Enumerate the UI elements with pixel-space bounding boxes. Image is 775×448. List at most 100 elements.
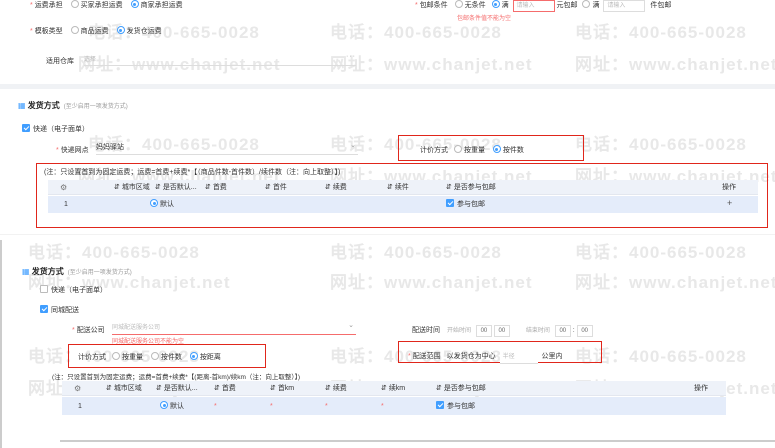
- radius-input[interactable]: 半径: [499, 352, 538, 364]
- free-shipping-label: 包邮条件: [419, 2, 448, 9]
- template-type-label: 模板类型: [34, 28, 63, 35]
- express-outlet-select[interactable]: 妈妈驿站 ⌄: [96, 142, 358, 155]
- radio-checked-icon: [116, 26, 125, 35]
- default-radio[interactable]: 默认: [160, 401, 184, 411]
- settings-icon[interactable]: ⚙: [60, 183, 67, 192]
- required-mark: *: [30, 28, 33, 35]
- column-header[interactable]: ⇵ 续费: [325, 183, 347, 192]
- column-header[interactable]: ⇵ 首费: [214, 384, 236, 393]
- warehouse-label: 适用仓库: [46, 58, 74, 65]
- radio-icon: [454, 0, 463, 9]
- column-header[interactable]: ⇵ 首km: [270, 384, 294, 393]
- radio-seller[interactable]: 商家承担运费: [130, 0, 183, 9]
- radio-checked-icon: [492, 145, 501, 154]
- end-minute-input[interactable]: 00: [576, 325, 593, 337]
- column-header[interactable]: ⇵ 是否默认...: [156, 384, 198, 393]
- end-hour-input[interactable]: 00: [554, 325, 571, 337]
- shipping-method-header-2: ▦ 发货方式 (至少启用一项发货方式): [22, 267, 132, 276]
- watermark: 网址：www.chanjet.net: [575, 55, 775, 74]
- freight-bearer-label: 运费承担: [34, 2, 63, 9]
- column-header[interactable]: ⇵ 续件: [387, 183, 409, 192]
- column-header[interactable]: ⇵ 是否默认...: [155, 183, 197, 192]
- radio-amount[interactable]: 满: [491, 0, 509, 9]
- radio-by-distance[interactable]: 按距离: [189, 352, 221, 361]
- watermark: 网址：www.chanjet.net: [575, 273, 775, 292]
- shipping-method-header: ▦ 发货方式 (至少启用一项发货方式): [18, 101, 128, 110]
- formula-note: (注：只设置首到为固定运费；运费=首费+续费*【（商品件数-首件数）/续件数（注…: [44, 169, 341, 176]
- free-shipping-checkbox[interactable]: 参与包邮: [436, 401, 475, 411]
- amount-unit: 元包邮: [556, 2, 578, 9]
- radio-icon: [582, 0, 591, 9]
- calc-method-row: 计价方式 按重量 按件数: [420, 145, 524, 154]
- city-delivery-checkbox[interactable]: 同城配送: [40, 305, 79, 315]
- column-header[interactable]: ⇵ 续费: [325, 384, 347, 393]
- checkbox-icon: [40, 285, 48, 294]
- truck-icon: ▦: [18, 101, 26, 110]
- column-header[interactable]: ⇵ 首件: [265, 183, 287, 192]
- watermark: 电话：400-665-0028: [575, 243, 747, 262]
- radio-by-count[interactable]: 按件数: [150, 352, 182, 361]
- formula-note-2: (注：只设置首到为固定运费；运费=首费+续费*【(距离-首km)/续km（注：向…: [52, 374, 301, 381]
- watermark: 电话：400-665-0028: [330, 243, 502, 262]
- row-index: 1: [64, 201, 68, 208]
- checkbox-checked-icon: [446, 199, 454, 208]
- add-row-button[interactable]: +: [727, 199, 732, 208]
- start-hour-input[interactable]: 00: [475, 325, 492, 337]
- radio-unconditional[interactable]: 无条件: [454, 0, 486, 9]
- column-header-actions: 操作: [722, 184, 736, 191]
- column-header-actions: 操作: [694, 385, 708, 392]
- template-type-row: * 模板类型 商品运费 发货仓运费: [30, 26, 162, 36]
- watermark: 电话：400-665-0028: [575, 135, 747, 154]
- radio-checked-icon: [160, 401, 168, 410]
- radio-by-weight[interactable]: 按重量: [111, 352, 143, 361]
- bottom-scroll-border: [60, 440, 775, 442]
- column-header[interactable]: ⇵ 城市区域: [106, 384, 142, 393]
- default-radio[interactable]: 默认: [150, 199, 174, 209]
- more-icon: ···: [346, 53, 356, 60]
- column-header[interactable]: ⇵ 是否参与包邮: [446, 183, 496, 192]
- chevron-down-icon: ⌄: [348, 322, 354, 329]
- radio-by-count[interactable]: 按件数: [492, 145, 524, 154]
- express-checkbox-2[interactable]: 快递（电子面单）: [40, 285, 107, 295]
- free-shipping-error: 包邮条件值不能为空: [457, 16, 512, 22]
- count-input[interactable]: 请输入: [603, 0, 646, 12]
- watermark: 网址：www.chanjet.net: [330, 273, 533, 292]
- left-border: [0, 240, 2, 448]
- express-checkbox[interactable]: 快递（电子面单）: [22, 124, 89, 134]
- radio-checked-icon: [491, 0, 500, 9]
- truck-icon: ▦: [22, 267, 30, 276]
- freight-bearer-row: * 运费承担 买家承担运费 商家承担运费: [30, 0, 183, 10]
- free-shipping-row: * 包邮条件 无条件 满 请输入 元包邮 满 请输入 件包邮: [415, 0, 671, 12]
- screenshot-separator: [0, 234, 775, 240]
- delivery-range-row: * 配送范围 以发货仓为中心 半径 公里内: [408, 351, 563, 364]
- required-mark: *: [270, 403, 273, 410]
- radio-icon: [111, 352, 120, 361]
- checkbox-checked-icon: [436, 401, 444, 410]
- radio-goods[interactable]: 商品运费: [70, 26, 109, 35]
- radio-by-weight[interactable]: 按重量: [453, 145, 485, 154]
- radio-count[interactable]: 满: [582, 0, 599, 9]
- column-header[interactable]: ⇵ 城市区域: [114, 183, 150, 192]
- amount-input[interactable]: 请输入: [512, 0, 555, 12]
- start-minute-input[interactable]: 00: [493, 325, 510, 337]
- radio-buyer[interactable]: 买家承担运费: [70, 0, 123, 9]
- radio-icon: [453, 145, 462, 154]
- delivery-time-row: 配送时间 开始时间 00 00 结束时间 00 : 00: [412, 325, 593, 337]
- radio-icon: [70, 26, 79, 35]
- calc-method-row-2: 计价方式 按重量 按件数 按距离: [78, 352, 221, 361]
- chevron-down-icon: ⌄: [350, 142, 356, 149]
- column-header[interactable]: ⇵ 首费: [205, 183, 227, 192]
- radio-icon: [150, 352, 159, 361]
- column-header[interactable]: ⇵ 续km: [381, 384, 405, 393]
- radio-warehouse[interactable]: 发货仓运费: [116, 26, 162, 35]
- company-select[interactable]: 同城配送服务公司 ⌄: [112, 322, 356, 335]
- free-shipping-checkbox[interactable]: 参与包邮: [446, 199, 485, 209]
- required-mark: *: [415, 2, 418, 9]
- warehouse-select[interactable]: 选择 ···: [84, 53, 356, 66]
- divider: [0, 84, 775, 89]
- company-label: * 配送公司: [72, 327, 105, 334]
- required-mark: *: [325, 403, 328, 410]
- column-header[interactable]: ⇵ 是否参与包邮: [436, 384, 486, 393]
- settings-icon[interactable]: ⚙: [74, 384, 81, 393]
- required-mark: *: [381, 403, 384, 410]
